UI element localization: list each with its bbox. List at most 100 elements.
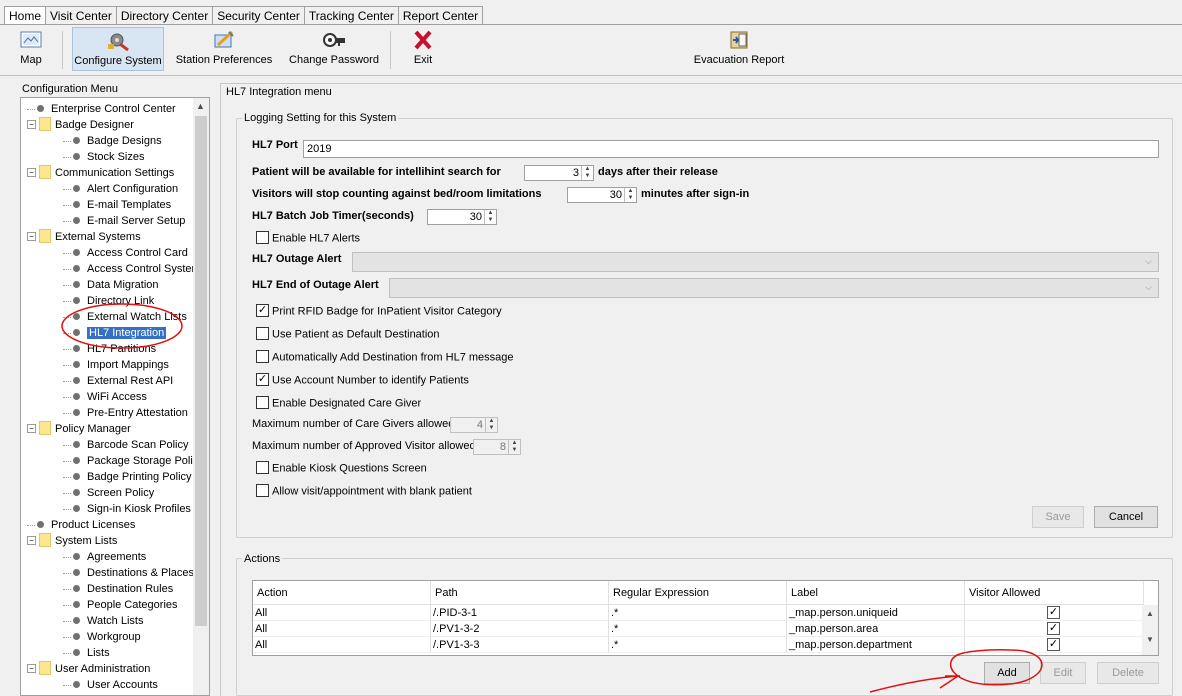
hl7-port-input[interactable]: 2019 bbox=[303, 140, 1159, 158]
tree-scroll-thumb[interactable] bbox=[195, 116, 207, 626]
configuration-tree[interactable]: Enterprise Control Center − Badge Designer… bbox=[20, 97, 210, 696]
visitor-allowed-checkbox[interactable]: ✓ bbox=[1047, 621, 1060, 635]
tree-item[interactable]: Barcode Scan Policy bbox=[63, 437, 189, 453]
table-cell-regex[interactable]: .* bbox=[609, 621, 787, 637]
collapse-icon[interactable]: − bbox=[27, 535, 36, 545]
table-cell-path[interactable]: /.PV1-3-2 bbox=[431, 621, 609, 637]
visitor-allowed-checkbox[interactable]: ✓ bbox=[1047, 637, 1060, 651]
scroll-up-icon[interactable]: ▲ bbox=[196, 101, 205, 111]
tab-report-center[interactable]: Report Center bbox=[397, 6, 484, 24]
enable-kiosk-checkbox[interactable]: Enable Kiosk Questions Screen bbox=[256, 461, 427, 475]
tree-item[interactable]: People Categories bbox=[63, 597, 178, 613]
cancel-button[interactable]: Cancel bbox=[1094, 506, 1158, 528]
tree-item[interactable]: User Accounts bbox=[63, 677, 158, 693]
actions-table[interactable]: Action Path Regular Expression Label Vis… bbox=[252, 580, 1159, 656]
tree-item[interactable]: Watch Lists bbox=[63, 613, 143, 629]
spinner-arrows-icon[interactable]: ▲ ▼ bbox=[624, 188, 636, 202]
tree-item[interactable]: Agreements bbox=[63, 549, 146, 565]
checkbox-box[interactable] bbox=[256, 231, 269, 244]
scroll-down-icon[interactable]: ▼ bbox=[1146, 635, 1154, 644]
edit-button[interactable]: Edit bbox=[1040, 662, 1086, 684]
scroll-up-icon[interactable]: ▲ bbox=[1146, 609, 1154, 618]
table-cell-visitor-allowed[interactable]: ✓ bbox=[965, 621, 1144, 637]
checkbox-checked[interactable]: ✓ bbox=[256, 304, 269, 317]
tree-item[interactable]: HL7 Integration bbox=[63, 325, 167, 341]
collapse-icon[interactable]: − bbox=[27, 663, 36, 673]
exit-button[interactable]: Exit bbox=[402, 27, 444, 71]
tree-item[interactable]: − Communication Settings bbox=[27, 165, 174, 181]
visitor-allowed-checkbox[interactable]: ✓ bbox=[1047, 605, 1060, 619]
map-button[interactable]: Map bbox=[8, 27, 54, 71]
collapse-icon[interactable]: − bbox=[27, 231, 36, 241]
max-care-givers-stepper[interactable]: 4 ▲ ▼ bbox=[450, 417, 498, 433]
evacuation-report-button[interactable]: Evacuation Report bbox=[690, 27, 788, 71]
tree-item[interactable]: Package Storage Policy bbox=[63, 453, 204, 469]
table-cell-regex[interactable]: .* bbox=[609, 637, 787, 653]
tree-item[interactable]: Access Control Card bbox=[63, 245, 188, 261]
use-account-number-checkbox[interactable]: ✓ Use Account Number to identify Patients bbox=[256, 373, 469, 387]
tree-item[interactable]: HL7 Partitions bbox=[63, 341, 156, 357]
tab-tracking-center[interactable]: Tracking Center bbox=[303, 6, 399, 24]
column-header-label[interactable]: Label bbox=[787, 581, 965, 605]
tab-security-center[interactable]: Security Center bbox=[212, 6, 305, 24]
tree-item[interactable]: − System Lists bbox=[27, 533, 117, 549]
tree-item[interactable]: Alert Configuration bbox=[63, 181, 178, 197]
end-outage-alert-select[interactable]: ⌵ bbox=[389, 278, 1159, 298]
configure-system-button[interactable]: Configure System bbox=[72, 27, 164, 71]
column-header-visitor-allowed[interactable]: Visitor Allowed bbox=[965, 581, 1144, 605]
tree-item[interactable]: Pre-Entry Attestation bbox=[63, 405, 188, 421]
spinner-arrows-icon[interactable]: ▲ ▼ bbox=[508, 440, 520, 454]
tree-item[interactable]: Stock Sizes bbox=[63, 149, 144, 165]
table-cell-action[interactable]: All bbox=[253, 621, 431, 637]
tree-item[interactable]: Sign-in Kiosk Profiles bbox=[63, 501, 191, 517]
batch-timer-stepper[interactable]: 30 ▲ ▼ bbox=[427, 209, 497, 225]
tab-visit-center[interactable]: Visit Center bbox=[45, 6, 117, 24]
tree-item[interactable]: Product Licenses bbox=[27, 517, 135, 533]
table-cell-label[interactable]: _map.person.department bbox=[787, 637, 965, 653]
use-patient-default-checkbox[interactable]: Use Patient as Default Destination bbox=[256, 327, 440, 341]
tree-item[interactable]: E-mail Server Setup bbox=[63, 213, 185, 229]
outage-alert-select[interactable]: ⌵ bbox=[352, 252, 1159, 272]
save-button[interactable]: Save bbox=[1032, 506, 1084, 528]
tree-item[interactable]: WiFi Access bbox=[63, 389, 147, 405]
tree-item[interactable]: Destination Rules bbox=[63, 581, 173, 597]
table-cell-action[interactable]: All bbox=[253, 605, 431, 621]
auto-add-destination-checkbox[interactable]: Automatically Add Destination from HL7 m… bbox=[256, 350, 514, 364]
allow-blank-patient-checkbox[interactable]: Allow visit/appointment with blank patie… bbox=[256, 484, 472, 498]
tree-scrollbar[interactable]: ▲ bbox=[193, 98, 209, 695]
column-header-path[interactable]: Path bbox=[431, 581, 609, 605]
print-rfid-checkbox[interactable]: ✓ Print RFID Badge for InPatient Visitor … bbox=[256, 304, 502, 318]
collapse-icon[interactable]: − bbox=[27, 119, 36, 129]
tree-item[interactable]: − Policy Manager bbox=[27, 421, 131, 437]
column-header-action[interactable]: Action bbox=[253, 581, 431, 605]
collapse-icon[interactable]: − bbox=[27, 423, 36, 433]
delete-button[interactable]: Delete bbox=[1097, 662, 1159, 684]
table-cell-path[interactable]: /.PV1-3-3 bbox=[431, 637, 609, 653]
table-cell-visitor-allowed[interactable]: ✓ bbox=[965, 637, 1144, 653]
table-cell-label[interactable]: _map.person.uniqueid bbox=[787, 605, 965, 621]
tab-directory-center[interactable]: Directory Center bbox=[115, 6, 214, 24]
checkbox-box[interactable] bbox=[256, 461, 269, 474]
tree-item[interactable]: Enterprise Control Center bbox=[27, 101, 176, 117]
tree-item[interactable]: E-mail Templates bbox=[63, 197, 171, 213]
add-button[interactable]: Add bbox=[984, 662, 1030, 684]
tree-item[interactable]: − External Systems bbox=[27, 229, 141, 245]
patient-search-days-stepper[interactable]: 3 ▲ ▼ bbox=[524, 165, 594, 181]
checkbox-box[interactable] bbox=[256, 484, 269, 497]
checkbox-box[interactable] bbox=[256, 327, 269, 340]
table-cell-label[interactable]: _map.person.area bbox=[787, 621, 965, 637]
station-preferences-button[interactable]: Station Preferences bbox=[172, 27, 276, 71]
spinner-arrows-icon[interactable]: ▲ ▼ bbox=[484, 210, 496, 224]
column-header-regex[interactable]: Regular Expression bbox=[609, 581, 787, 605]
tree-item[interactable]: External Rest API bbox=[63, 373, 173, 389]
table-cell-action[interactable]: All bbox=[253, 637, 431, 653]
collapse-icon[interactable]: − bbox=[27, 167, 36, 177]
tree-item[interactable]: Import Mappings bbox=[63, 357, 169, 373]
tree-item[interactable]: Directory Link bbox=[63, 293, 154, 309]
tree-item[interactable]: − User Administration bbox=[27, 661, 150, 677]
tree-item[interactable]: Data Migration bbox=[63, 277, 159, 293]
max-approved-stepper[interactable]: 8 ▲ ▼ bbox=[473, 439, 521, 455]
change-password-button[interactable]: Change Password bbox=[286, 27, 382, 71]
table-scrollbar[interactable]: ▲ ▼ bbox=[1142, 605, 1158, 655]
visitors-minutes-stepper[interactable]: 30 ▲ ▼ bbox=[567, 187, 637, 203]
